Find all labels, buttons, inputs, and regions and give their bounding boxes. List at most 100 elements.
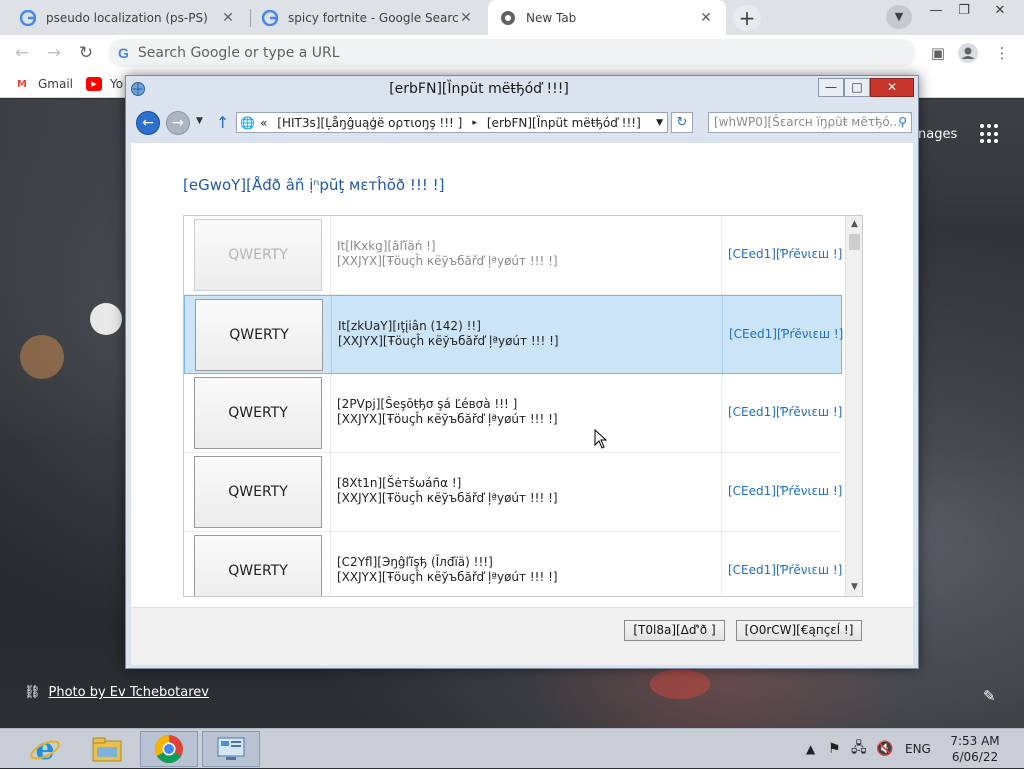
refresh-icon[interactable]: ↻ [671,112,693,133]
tab-search-chevron-icon[interactable]: ▼ [886,5,912,29]
show-hidden-icons-icon[interactable]: ▲ [806,729,815,769]
chrome-icon[interactable] [140,731,198,767]
taskbar-clock[interactable]: 7:53 AM 6/06/22 [945,733,1005,765]
keyboard-layout-tile[interactable]: QWERTY [195,299,323,371]
kebab-menu-icon[interactable]: ⋮ [992,43,1012,63]
bokeh-light [90,303,122,335]
network-icon[interactable]: 🖧 [851,729,867,769]
customize-pencil-icon[interactable]: ✎ [983,687,1001,705]
bokeh-light [650,669,710,699]
method-type: [XXJYX][Ŧöuçĥ кёўъбăřď ļªуøúт !!! !] [337,570,558,584]
column-divider [721,532,722,596]
new-tab-button[interactable]: + [733,5,761,31]
input-method-dialog: [erbFN][Ȉnpüt mëŧђóď !!!] — □ ✕ ← → ▼ ↑ … [125,75,919,669]
keyboard-layout-tile[interactable]: QWERTY [194,219,322,291]
dialog-maximize-icon[interactable]: □ [844,78,870,97]
youtube-icon: ▶ [86,77,102,91]
tab-title: spicy fortnite - Google Search [288,10,458,25]
tab-spicy-fortnite[interactable]: spicy fortnite - Google Search ✕ [250,0,486,35]
scroll-thumb[interactable] [849,234,860,250]
dialog-address-bar: ← → ▼ ↑ 🌐 « [HIT3s][Ļåŋĝuąģë oρτιoŋş !!!… [126,103,918,141]
method-language: It[lKxkg][ãľĭäń !] [337,239,436,253]
list-scrollbar[interactable]: ▲ ▼ [845,216,862,596]
tab-close-icon[interactable]: ✕ [220,10,236,26]
google-favicon-icon [20,9,36,26]
method-description: It[lKxkg][ãľĭäń !] [XXJYX][Ŧöuçĥ кёўъбăř… [337,239,558,269]
google-apps-icon[interactable] [980,124,1000,144]
bookmark-gmail[interactable]: M Gmail [14,74,73,94]
method-language: [2PVpj][Ŝeşōŧђσ şá Ľéвσà !!! ] [337,397,518,411]
images-link[interactable]: nages [918,127,957,142]
dialog-close-icon[interactable]: ✕ [870,78,914,97]
preview-link[interactable]: [CEed1][Ƥŕĕνιεш !] [728,484,842,498]
method-type: [XXJYX][Ŧöuçĥ кёўъбăřď ļªуøúт !!! !] [337,254,558,268]
breadcrumb-overflow[interactable]: « [255,116,272,130]
preview-link[interactable]: [CEed1][Ƥŕĕνιεш !] [729,327,843,341]
tab-new-tab[interactable]: New Tab ✕ [488,0,726,35]
input-method-row[interactable]: QWERTY It[lKxkg][ãľĭäń !] [XXJYX][Ŧöuçĥ … [184,216,842,295]
restore-icon[interactable]: ❐ [950,0,978,22]
add-button[interactable]: [T0l8a][Δď'ð ] [624,620,725,641]
clock-date: 6/06/22 [951,750,999,764]
history-dropdown-icon[interactable]: ▼ [196,116,203,126]
input-method-row[interactable]: QWERTY [8Xt1n][Šėтšωáñα !] [XXJYX][Ŧöuçĥ… [184,453,842,532]
photo-credit-link[interactable]: ⛓ Photo by Ev Tchebotarev [24,685,209,700]
tab-close-icon[interactable]: ✕ [698,10,714,26]
keyboard-layout-tile[interactable]: QWERTY [194,456,322,528]
minimize-icon[interactable]: — [922,0,950,22]
side-panel-icon[interactable]: ▣ [928,43,948,63]
dialog-minimize-icon[interactable]: — [818,78,844,97]
scroll-up-arrow-icon[interactable]: ▲ [846,216,862,233]
column-divider [722,296,723,375]
up-arrow-icon[interactable]: ↑ [216,113,229,132]
method-language: [8Xt1n][Šėтšωáñα !] [337,476,462,490]
preview-link[interactable]: [CEed1][Ƥŕĕνιεш !] [728,247,842,261]
bokeh-light [20,335,64,379]
forward-arrow-icon[interactable]: → [166,111,190,135]
breadcrumb-separator-icon: ▸ [472,117,477,128]
photo-credit-text: Photo by Ev Tchebotarev [48,685,209,700]
language-indicator[interactable]: ENG [905,729,931,769]
tab-pseudo-localization[interactable]: pseudo localization (ps-PS) ✕ [8,0,248,35]
keyboard-layout-tile[interactable]: QWERTY [194,535,322,596]
column-divider [330,374,331,453]
cancel-button[interactable]: [O0rCW][€ąпçεĺ !] [736,620,862,641]
breadcrumb-path[interactable]: 🌐 « [HIT3s][Ļåŋĝuąģë oρτιoŋş !!! ] ▸ [er… [236,112,668,133]
close-window-icon[interactable]: ✕ [986,0,1014,22]
omnibox-placeholder: Search Google or type a URL [137,45,340,61]
clock-time: 7:53 AM [950,734,1000,748]
input-method-row[interactable]: QWERTY [2PVpj][Ŝeşōŧђσ şá Ľéвσà !!! ] [X… [184,374,842,453]
internet-explorer-icon[interactable]: e [16,731,74,767]
back-arrow-icon[interactable]: ← [10,41,34,65]
action-center-flag-icon[interactable]: ⚑ [828,729,841,769]
control-panel-search-input[interactable]: [whWP0][Šεarcн ïŋρüŧ мëτђó... ⚲ [708,112,912,133]
control-panel-taskbar-icon[interactable] [202,731,260,767]
method-type: [XXJYX][Ŧöuçĥ кёўъбăřď ļªуøúт !!! !] [338,334,559,348]
keyboard-layout-tile[interactable]: QWERTY [194,377,322,449]
reload-icon[interactable]: ↻ [74,41,98,65]
volume-muted-icon[interactable]: 🔇 [876,729,893,769]
preview-link[interactable]: [CEed1][Ƥŕĕνιεш !] [728,405,842,419]
profile-avatar-icon[interactable] [958,43,978,63]
tab-close-icon[interactable]: ✕ [458,10,474,26]
column-divider [721,216,722,295]
preview-link[interactable]: [CEed1][Ƥŕĕνιεш !] [728,563,842,577]
google-g-icon: G [118,45,129,61]
address-dropdown-icon[interactable]: ▼ [656,118,663,128]
file-explorer-icon[interactable] [78,731,136,767]
bookmark-youtube[interactable]: ▶ Yo [86,74,123,94]
back-arrow-icon[interactable]: ← [136,111,160,135]
input-method-row-selected[interactable]: QWERTY It[zkUaY][ıţįiân (142) !!] [XXJYX… [184,295,843,375]
breadcrumb-language-options[interactable]: [HIT3s][Ļåŋĝuąģë oρτιoŋş !!! ] [272,116,467,130]
dialog-titlebar: [erbFN][Ȉnpüt mëŧђóď !!!] — □ ✕ [126,76,918,103]
breadcrumb-input-method[interactable]: [erbFN][Ȉnpüt mëŧђóď !!!] [482,116,646,130]
google-favicon-icon [262,9,278,26]
method-description: [2PVpj][Ŝeşōŧђσ şá Ľéвσà !!! ] [XXJYX][Ŧ… [337,397,558,427]
column-divider [330,532,331,596]
search-icon[interactable]: ⚲ [898,113,907,132]
omnibox-input[interactable]: G Search Google or type a URL [108,39,916,67]
forward-arrow-icon[interactable]: → [42,41,66,65]
method-description: [8Xt1n][Šėтšωáñα !] [XXJYX][Ŧöuçĥ кёўъбă… [337,476,558,506]
input-method-row[interactable]: QWERTY [C2Yfl][Эŋĝľĩşђ (Ĩлđïä) !!!] [XXJ… [184,532,842,596]
scroll-down-arrow-icon[interactable]: ▼ [846,579,862,596]
